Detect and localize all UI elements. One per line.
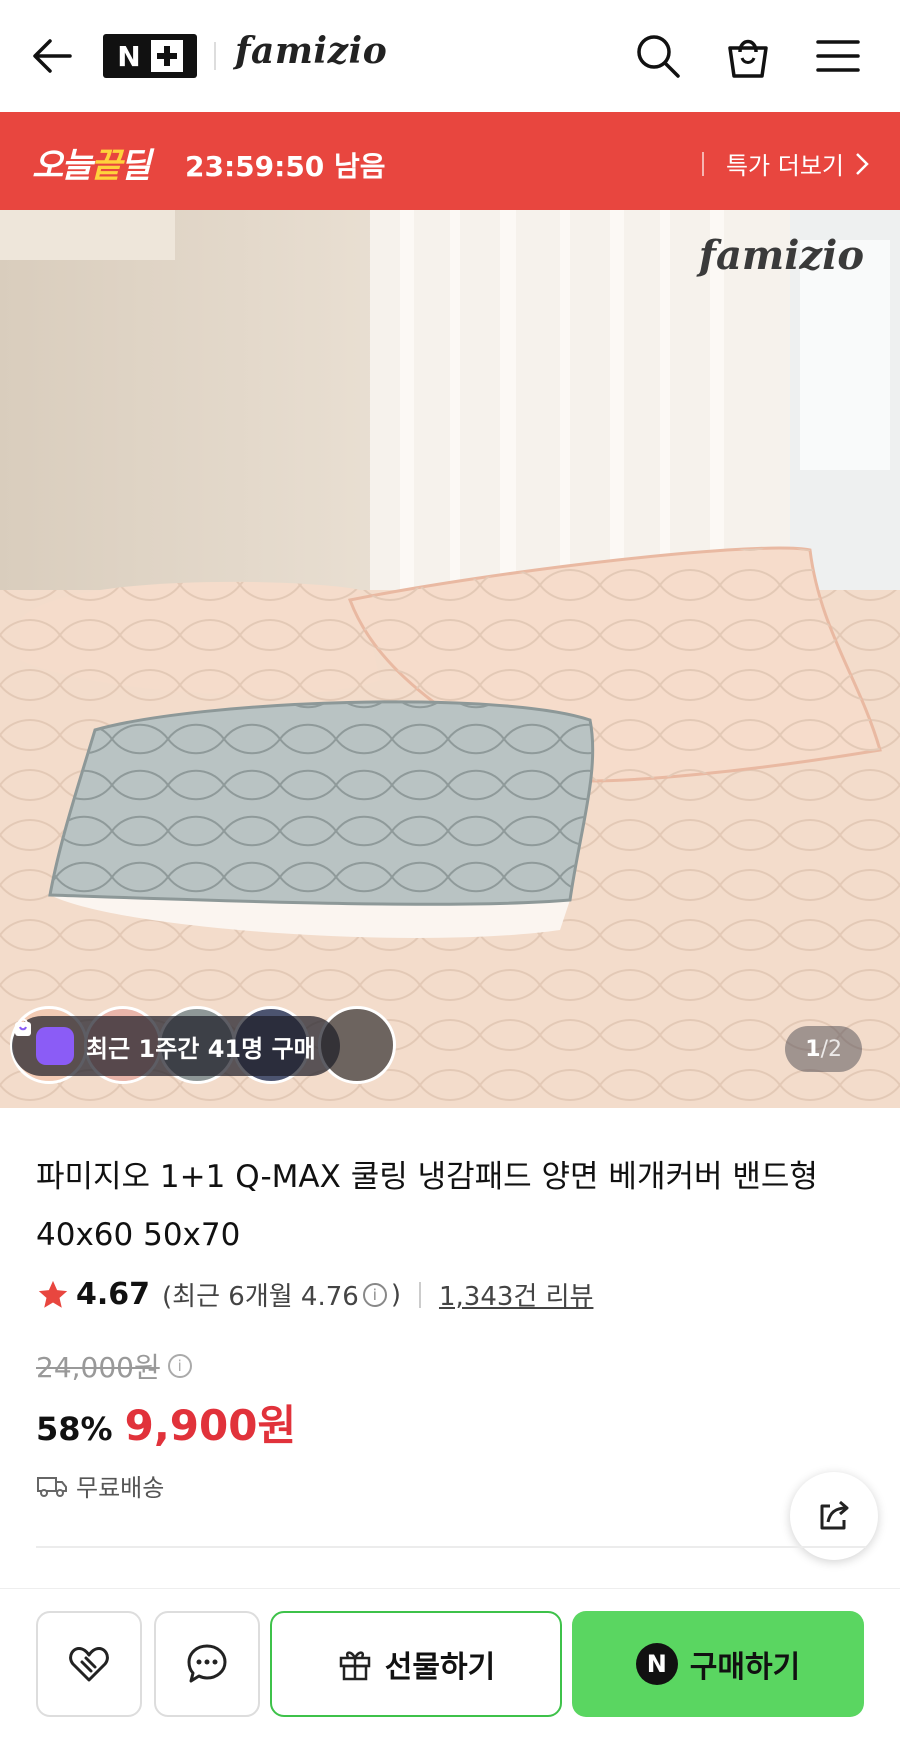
rating-score: 4.67 — [76, 1277, 151, 1312]
buy-button[interactable]: N 구매하기 — [572, 1611, 864, 1717]
deal-countdown: 23:59:50 남음 — [185, 150, 386, 183]
product-title: 파미지오 1+1 Q-MAX 쿨링 냉감패드 양면 베개커버 밴드형 40x60… — [36, 1159, 818, 1253]
rating-row: 4.67 (최근 6개월 4.76 i ) 1,343건 리뷰 — [36, 1276, 593, 1313]
brand-logo[interactable]: famizio — [235, 30, 387, 72]
naver-pay-icon: N — [635, 1643, 678, 1685]
image-watermark: famizio — [698, 232, 864, 279]
deal-more-divider — [701, 151, 704, 176]
back-button[interactable] — [30, 34, 74, 78]
deal-label-prefix: 오늘 — [32, 146, 93, 186]
chevron-right-icon — [856, 152, 869, 175]
image-counter-sep: / — [820, 1036, 828, 1062]
deal-more-link[interactable]: 특가 더보기 — [701, 146, 870, 181]
shipping-label: 무료배송 — [76, 1474, 165, 1502]
review-count-link[interactable]: 1,343건 리뷰 — [439, 1276, 593, 1313]
menu-icon — [816, 40, 860, 72]
image-counter-current: 1 — [805, 1036, 821, 1062]
shipping-info: 무료배송 — [36, 1468, 164, 1503]
sale-price: 9,900원 — [124, 1401, 297, 1450]
today-deal-label: 오늘끝딜 — [32, 138, 151, 187]
share-icon — [820, 1500, 849, 1530]
today-deal-banner[interactable]: 오늘끝딜 23:59:50 남음 특가 더보기 — [0, 112, 900, 210]
shopping-bag-button[interactable] — [722, 30, 774, 82]
original-price-row: 24,000원 i — [36, 1346, 192, 1386]
shopping-bag-icon — [728, 39, 768, 78]
recent-buyers-badge: 최근 1주간 41명 구매 — [12, 1016, 340, 1076]
info-icon[interactable]: i — [362, 1282, 387, 1307]
deal-more-label: 특가 더보기 — [725, 152, 844, 180]
section-divider — [36, 1546, 866, 1548]
plus-icon — [150, 40, 183, 72]
original-price: 24,000원 — [36, 1351, 160, 1384]
discount-rate: 58% — [36, 1410, 113, 1448]
back-arrow-icon — [33, 39, 72, 73]
chat-bubble-icon — [187, 1644, 227, 1683]
gift-button[interactable]: 선물하기 — [270, 1611, 562, 1717]
header-divider — [214, 42, 216, 70]
recent-buyers-text: 최근 1주간 41명 구매 — [86, 1034, 316, 1063]
recent-rating-close: ) — [390, 1279, 401, 1310]
buy-label: 구매하기 — [689, 1650, 801, 1685]
nplus-letter: N — [117, 39, 141, 73]
product-photo — [0, 210, 900, 1108]
sale-price-row: 58% 9,900원 — [36, 1392, 296, 1453]
truck-icon — [37, 1476, 67, 1497]
heart-icon — [69, 1647, 109, 1682]
gift-icon — [339, 1651, 371, 1681]
naver-plus-logo[interactable]: N — [103, 34, 197, 78]
purchase-bar: 선물하기 N 구매하기 — [0, 1588, 900, 1741]
gift-label: 선물하기 — [384, 1650, 496, 1685]
rating-divider — [418, 1281, 421, 1308]
recent-rating: (최근 6개월 4.76 — [162, 1282, 359, 1312]
image-counter-total: 2 — [828, 1036, 842, 1062]
chat-button[interactable] — [154, 1611, 260, 1717]
product-image-carousel[interactable]: famizio 최근 1주간 41명 구매 1 / 2 — [0, 210, 900, 1108]
deal-label-suffix: 딜 — [119, 146, 151, 186]
deal-label-highlight: 끝 — [90, 146, 122, 186]
star-icon — [38, 1280, 68, 1308]
menu-button[interactable] — [812, 30, 864, 82]
search-icon — [637, 35, 680, 78]
search-button[interactable] — [632, 30, 684, 82]
purchase-bag-icon — [15, 1018, 74, 1065]
price-info-icon[interactable]: i — [167, 1354, 192, 1378]
image-counter: 1 / 2 — [785, 1026, 862, 1072]
wishlist-button[interactable] — [36, 1611, 142, 1717]
top-header: N famizio — [0, 0, 900, 112]
